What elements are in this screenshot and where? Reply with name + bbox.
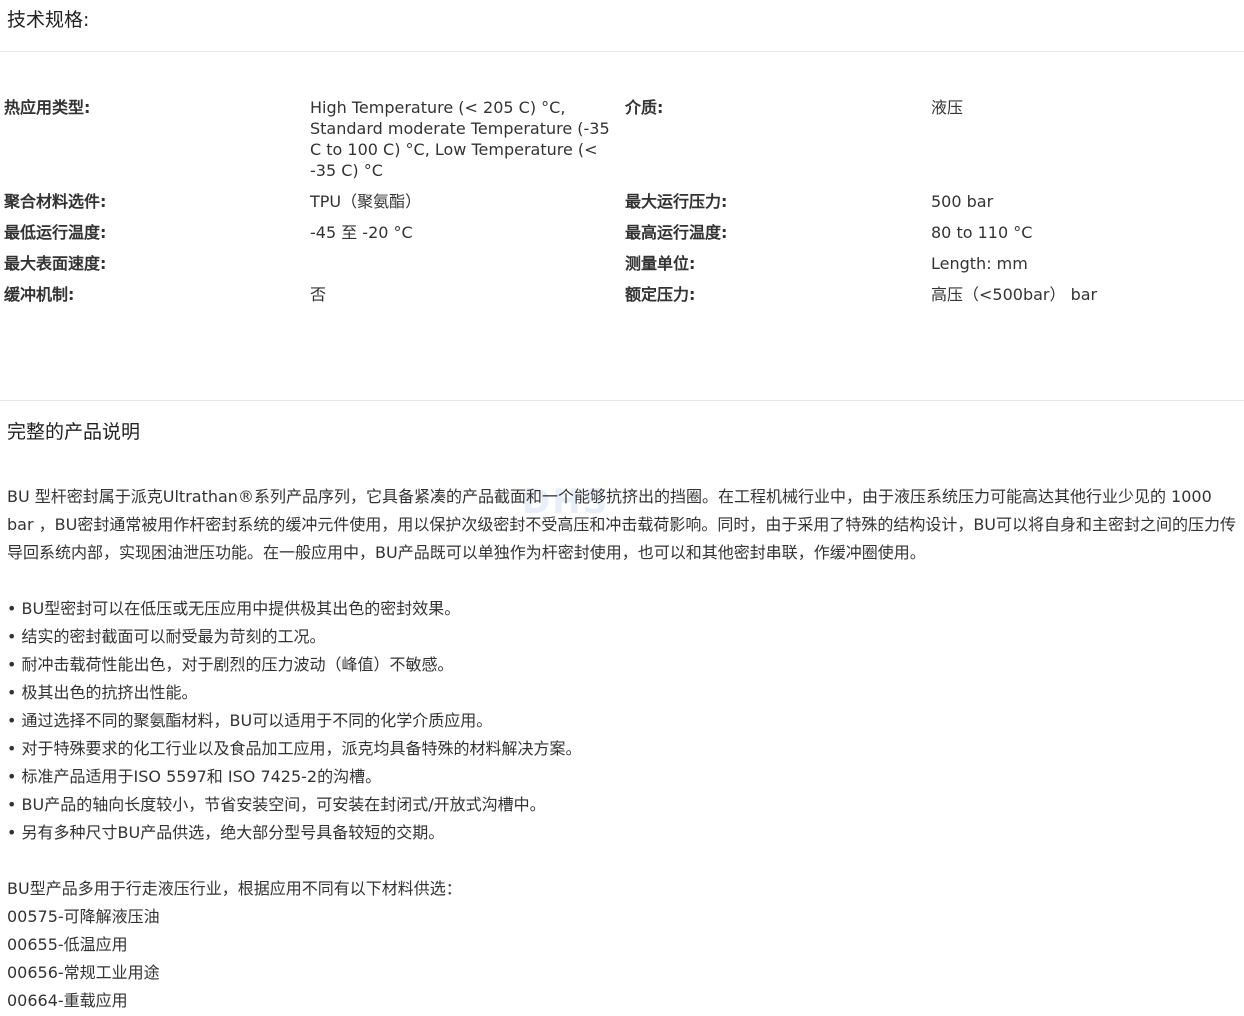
spec-label: 最低运行温度: [4,223,107,242]
spec-value: 500 bar [931,192,994,211]
spec-label: 最高运行温度: [625,223,728,242]
spec-value: 高压（<500bar） bar [931,285,1098,304]
divider [0,51,1244,52]
spec-label: 额定压力: [625,285,696,304]
spec-label: 聚合材料选件: [4,192,107,211]
spec-value: 80 to 110 °C [931,223,1033,242]
spec-row: 最大表面速度: 测量单位: Length: mm [4,252,1244,283]
spec-value: TPU（聚氨酯） [310,192,422,211]
spec-row: 缓冲机制: 否 额定压力: 高压（<500bar） bar [4,283,1244,314]
description-intro: BU 型杆密封属于派克Ultrathan®系列产品序列，它具备紧凑的产品截面和一… [7,487,1237,562]
material-item: 00575-可降解液压油 [7,907,160,926]
feature-bullet: • BU产品的轴向长度较小，节省安装空间，可安装在封闭式/开放式沟槽中。 [7,795,546,814]
spec-value: Length: mm [931,254,1028,273]
spec-label: 介质: [625,98,664,117]
divider [0,400,1244,401]
spec-section-title: 技术规格: [7,9,90,31]
description-section-title: 完整的产品说明 [7,421,141,443]
feature-bullet: • 结实的密封截面可以耐受最为苛刻的工况。 [7,627,326,646]
spec-value: 液压 [931,98,964,117]
description-body: BU 型杆密封属于派克Ultrathan®系列产品序列，它具备紧凑的产品截面和一… [7,483,1243,1015]
spec-table: 热应用类型: High Temperature (< 205 C) °C, St… [4,96,1244,314]
spec-value: -45 至 -20 °C [310,223,413,242]
spec-value [310,252,625,283]
feature-bullet: • 标准产品适用于ISO 5597和 ISO 7425-2的沟槽。 [7,767,382,786]
feature-bullet: • 极其出色的抗挤出性能。 [7,683,198,702]
material-item: 00664-重载应用 [7,991,128,1010]
material-item: 00656-常规工业用途 [7,963,160,982]
material-item: 00655-低温应用 [7,935,128,954]
materials-intro: BU型产品多用于行走液压行业，根据应用不同有以下材料供选： [7,879,462,898]
spec-row: 热应用类型: High Temperature (< 205 C) °C, St… [4,96,1244,190]
feature-bullet: • BU型密封可以在低压或无压应用中提供极其出色的密封效果。 [7,599,461,618]
spec-row: 聚合材料选件: TPU（聚氨酯） 最大运行压力: 500 bar [4,190,1244,221]
spec-value: High Temperature (< 205 C) °C, Standard … [310,98,610,180]
spec-row: 最低运行温度: -45 至 -20 °C 最高运行温度: 80 to 110 °… [4,221,1244,252]
spec-label: 热应用类型: [4,98,91,117]
spec-label: 最大表面速度: [4,254,107,273]
spec-label: 最大运行压力: [625,192,728,211]
feature-bullet: • 耐冲击载荷性能出色，对于剧烈的压力波动（峰值）不敏感。 [7,655,454,674]
spec-label: 测量单位: [625,254,696,273]
feature-bullet: • 对于特殊要求的化工行业以及食品加工应用，派克均具备特殊的材料解决方案。 [7,739,582,758]
spec-value: 否 [310,285,327,304]
feature-bullet: • 通过选择不同的聚氨酯材料，BU可以适用于不同的化学介质应用。 [7,711,493,730]
spec-label: 缓冲机制: [4,285,75,304]
feature-bullet: • 另有多种尺寸BU产品供选，绝大部分型号具备较短的交期。 [7,823,445,842]
